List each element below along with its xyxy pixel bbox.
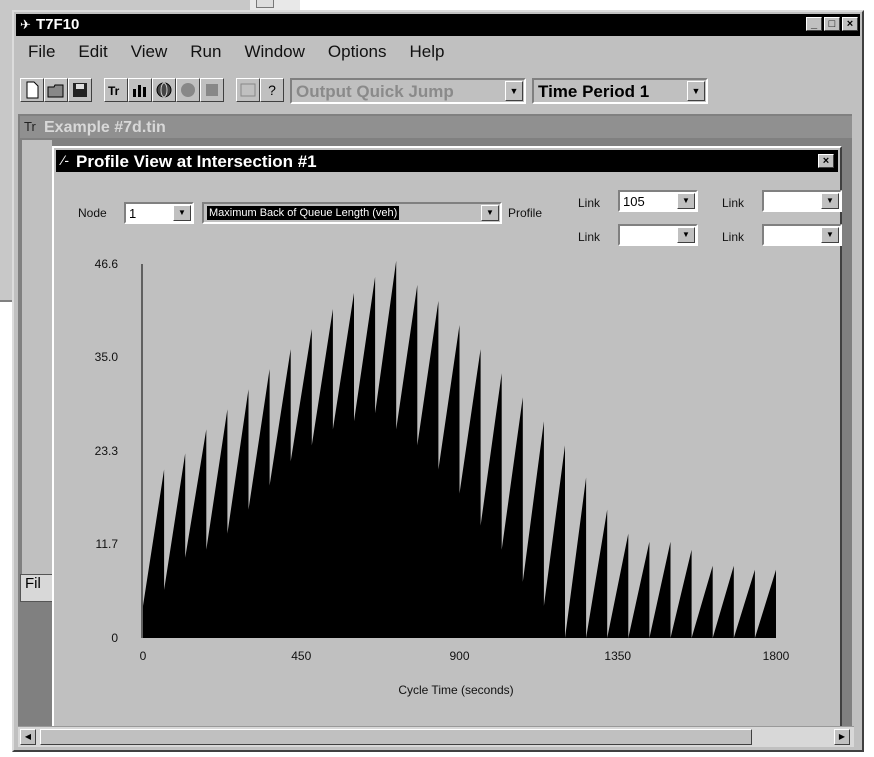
time-period-select[interactable]: Time Period 1 ▼ (532, 78, 708, 104)
child-window-title: Example #7d.tin (44, 119, 166, 136)
link3-label: Link (578, 230, 601, 244)
x-tick-label: 450 (291, 649, 311, 663)
menu-bar: File Edit View Run Window Options Help (18, 40, 457, 64)
queue-length-area (143, 260, 776, 638)
save-disk-icon (73, 83, 87, 97)
chevron-down-icon[interactable]: ▼ (505, 81, 523, 101)
report-icon (240, 83, 256, 97)
intersection-button[interactable]: Tr (104, 78, 128, 102)
open-folder-icon (47, 84, 64, 98)
child-window-body (22, 140, 52, 580)
y-tick-label: 23.3 (95, 444, 119, 458)
output-quick-jump-value: Output Quick Jump (296, 82, 454, 101)
save-button[interactable] (68, 78, 92, 102)
queue-profile-chart: 0 11.7 23.3 35.0 46.6 0 450 900 1350 1800 Cycle … (95, 257, 790, 697)
profile-title: Profile View at Intersection #1 (76, 152, 317, 171)
link4-label: Link (722, 230, 745, 244)
chevron-down-icon[interactable]: ▼ (677, 227, 695, 243)
y-tick-label: 46.6 (95, 257, 119, 271)
menu-run[interactable]: Run (180, 40, 234, 64)
close-button[interactable]: × (818, 154, 834, 168)
link4-select[interactable]: ▼ (762, 224, 842, 246)
y-tick-label: 35.0 (95, 350, 119, 364)
circle-icon (181, 83, 195, 97)
profile-view-window: ⁄- Profile View at Intersection #1 × Nod… (52, 146, 842, 734)
link1-label: Link (578, 196, 601, 210)
output-quick-jump-select[interactable]: Output Quick Jump ▼ (290, 78, 526, 104)
chevron-down-icon[interactable]: ▼ (687, 81, 705, 101)
close-button[interactable]: × (842, 17, 858, 31)
profile-label: Profile (508, 206, 543, 220)
chart-plot-area (143, 260, 776, 638)
horizontal-scrollbar[interactable]: ◀ ▶ (18, 726, 854, 747)
window-buttons: _ □ × (806, 17, 858, 31)
app-icon: ✈ (20, 17, 31, 32)
link2-label: Link (722, 196, 745, 210)
open-file-button[interactable] (44, 78, 68, 102)
chart-button[interactable] (128, 78, 152, 102)
maximize-button[interactable]: □ (824, 17, 840, 31)
x-tick-label: 1800 (763, 649, 790, 663)
x-axis-label: Cycle Time (seconds) (398, 683, 513, 697)
node-value: 1 (129, 206, 137, 221)
report-disabled-button[interactable] (236, 78, 260, 102)
svg-text:Tr: Tr (108, 84, 120, 98)
y-tick-label: 0 (111, 631, 118, 645)
menu-options[interactable]: Options (318, 40, 400, 64)
chevron-down-icon[interactable]: ▼ (481, 205, 499, 221)
profile-icon: ⁄- (62, 152, 69, 168)
app-title-bar[interactable]: ✈ T7F10 _ □ × (16, 14, 860, 36)
scroll-left-button[interactable]: ◀ (20, 729, 36, 745)
link2-select[interactable]: ▼ (762, 190, 842, 212)
node-select[interactable]: 1 ▼ (124, 202, 194, 224)
help-button[interactable]: ? (260, 78, 284, 102)
measure-select[interactable]: Maximum Back of Queue Length (veh) ▼ (202, 202, 502, 224)
help-icon: ? (268, 82, 276, 98)
chevron-down-icon[interactable]: ▼ (677, 193, 695, 209)
intersection-icon: Tr (108, 84, 120, 98)
app-title: T7F10 (36, 16, 80, 33)
y-tick-label: 11.7 (96, 537, 119, 551)
toolbar: Tr ? Output Quick Jump ▼ Time Period 1 ▼ (20, 76, 850, 104)
link1-select[interactable]: 105 ▼ (618, 190, 698, 212)
run-disabled-button[interactable] (176, 78, 200, 102)
menu-window[interactable]: Window (234, 40, 317, 64)
time-period-value: Time Period 1 (538, 82, 650, 101)
new-file-icon (26, 81, 39, 99)
globe-button[interactable] (152, 78, 176, 102)
intersection-icon: Tr (24, 119, 36, 134)
menu-view[interactable]: View (121, 40, 181, 64)
background-icon (256, 0, 274, 8)
new-file-button[interactable] (20, 78, 44, 102)
link1-value: 105 (623, 194, 645, 209)
menu-help[interactable]: Help (400, 40, 458, 64)
minimize-button[interactable]: _ (806, 17, 822, 31)
film-icon (206, 84, 218, 96)
link3-select[interactable]: ▼ (618, 224, 698, 246)
scroll-right-button[interactable]: ▶ (834, 729, 850, 745)
chevron-down-icon[interactable]: ▼ (173, 205, 191, 221)
x-tick-label: 900 (449, 649, 469, 663)
bar-chart-icon (133, 85, 146, 97)
child-window-title-bar[interactable]: Tr Example #7d.tin (20, 116, 852, 138)
chevron-down-icon[interactable]: ▼ (821, 227, 839, 243)
x-tick-label: 0 (140, 649, 147, 663)
globe-icon (156, 82, 172, 98)
x-tick-labels: 0 450 900 1350 1800 (140, 649, 790, 663)
chevron-down-icon[interactable]: ▼ (821, 193, 839, 209)
node-label: Node (78, 206, 107, 220)
scroll-thumb[interactable] (40, 729, 752, 745)
menu-file[interactable]: File (18, 40, 68, 64)
menu-edit[interactable]: Edit (68, 40, 120, 64)
stop-disabled-button[interactable] (200, 78, 224, 102)
y-tick-labels: 0 11.7 23.3 35.0 46.6 (95, 257, 119, 645)
profile-title-bar[interactable]: ⁄- Profile View at Intersection #1 × (56, 150, 838, 172)
measure-value: Maximum Back of Queue Length (veh) (207, 206, 400, 220)
x-tick-label: 1350 (604, 649, 631, 663)
